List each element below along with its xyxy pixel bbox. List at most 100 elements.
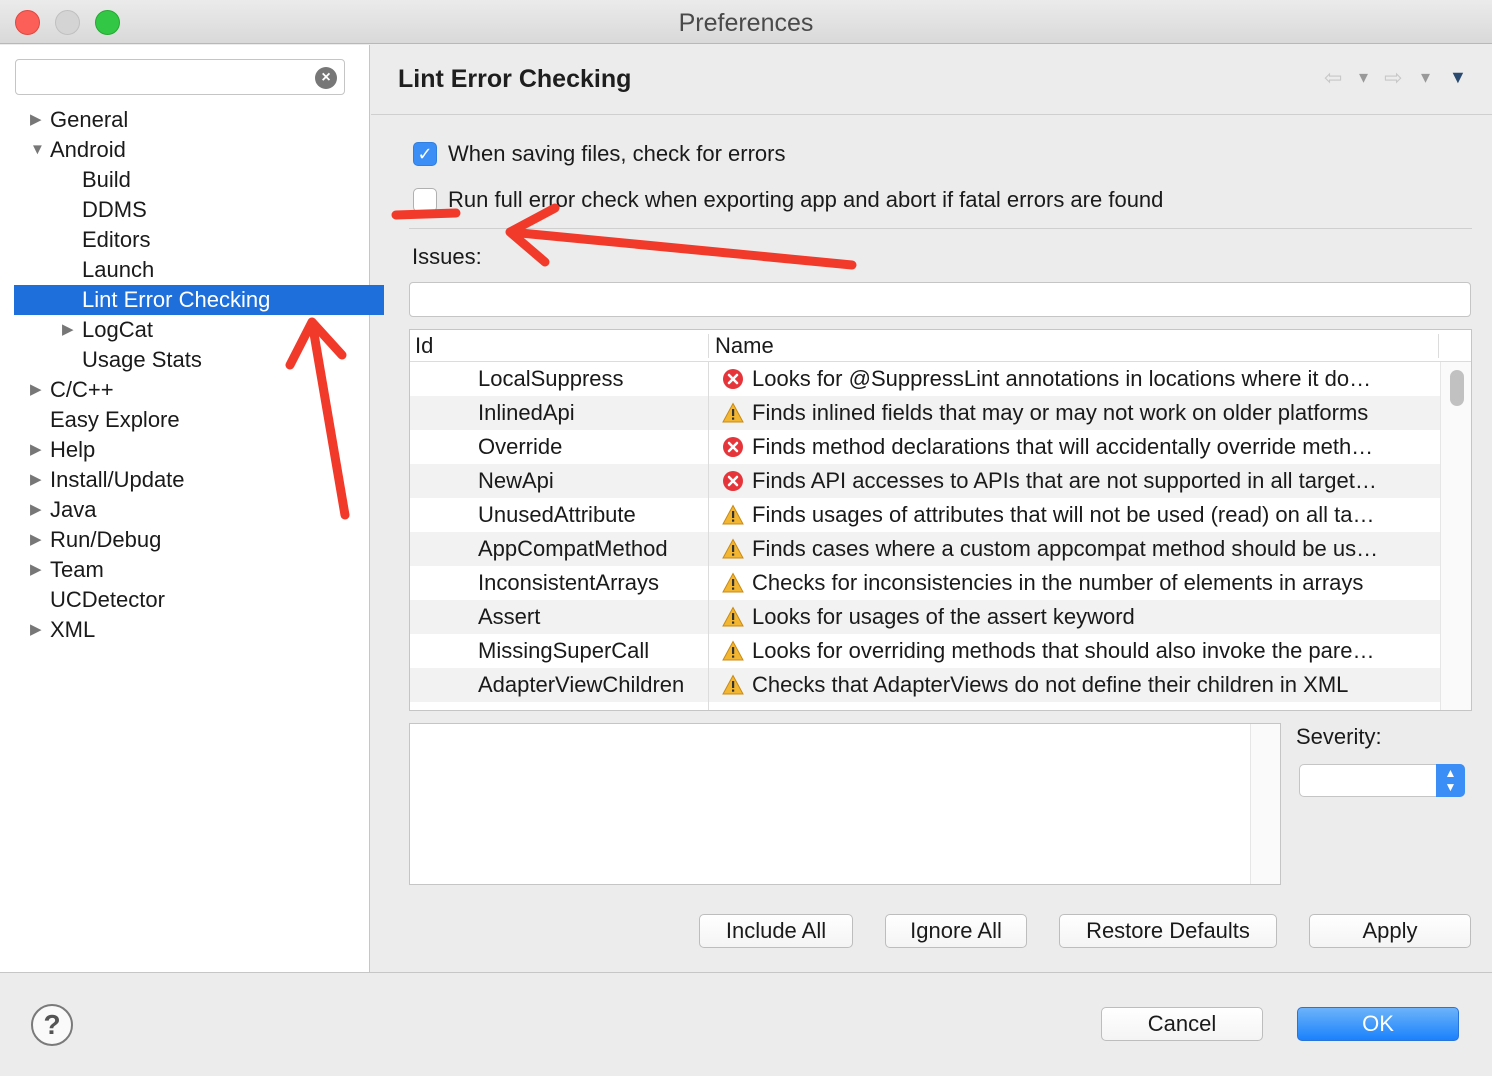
title-bar: Preferences (0, 0, 1492, 44)
tree-item-label: Editors (82, 227, 151, 252)
tree-item[interactable]: ▶ General (0, 105, 370, 135)
tree-item[interactable]: Easy Explore (0, 405, 370, 435)
tree-item[interactable]: UCDetector (0, 585, 370, 615)
filter-field[interactable]: × (15, 59, 345, 95)
scroll-thumb[interactable] (1450, 370, 1464, 406)
tree-item[interactable]: ▶ Run/Debug (0, 525, 370, 555)
issue-id: Override (478, 434, 563, 459)
tree-item[interactable]: ▶ Install/Update (0, 465, 370, 495)
tree-item[interactable]: ▶ LogCat (0, 315, 370, 345)
separator (409, 228, 1472, 229)
issue-name: Finds inlined fields that may or may not… (752, 400, 1369, 425)
table-row[interactable]: MissingSuperCall Looks for overriding met… (410, 634, 1440, 668)
table-row[interactable]: Override Finds method declarations that w… (410, 430, 1440, 464)
chevron-up-down-icon[interactable]: ▲ ▼ (1436, 764, 1465, 797)
chevron-down-icon[interactable]: ▼ (30, 135, 45, 165)
tree-item-label: Usage Stats (82, 347, 202, 372)
page-header: Lint Error Checking ⇦ ▾ ⇨ ▾ ▼ (371, 45, 1492, 115)
issues-filter-input[interactable] (409, 282, 1471, 317)
issues-table: Id Name LocalSuppress Looks for @Suppress… (409, 329, 1472, 711)
chevron-right-icon[interactable]: ▶ (30, 105, 42, 135)
check-on-save-label: When saving files, check for errors (448, 141, 786, 166)
severity-label: Severity: (1296, 724, 1382, 749)
chevron-right-icon[interactable]: ▶ (30, 615, 42, 645)
clear-filter-icon[interactable]: × (315, 67, 337, 89)
tree-item[interactable]: Launch (0, 255, 370, 285)
error-icon (723, 471, 743, 491)
include-all-button[interactable]: Include All (699, 914, 853, 948)
table-row[interactable]: InlinedApi Finds inlined fields that may … (410, 396, 1440, 430)
tree-item-label: LogCat (82, 317, 153, 342)
issue-id: AdapterViewChildren (478, 672, 685, 697)
back-dropdown-icon[interactable]: ▾ (1359, 67, 1368, 88)
apply-button[interactable]: Apply (1309, 914, 1471, 948)
tree-item-label: DDMS (82, 197, 147, 222)
tree-item[interactable]: Lint Error Checking (14, 285, 384, 315)
tree-item[interactable]: Build (0, 165, 370, 195)
issue-description (409, 723, 1281, 885)
description-scrollbar[interactable] (1250, 724, 1280, 884)
tree-item[interactable]: ▶ Java (0, 495, 370, 525)
forward-arrow-icon[interactable]: ⇨ (1384, 65, 1402, 91)
issue-name: Looks for usages of the assert keyword (752, 604, 1135, 629)
issue-id: NewApi (478, 468, 554, 493)
warning-icon (722, 606, 744, 627)
issue-id: Assert (478, 604, 541, 629)
chevron-right-icon[interactable]: ▶ (30, 375, 42, 405)
tree-item-label: Lint Error Checking (82, 287, 271, 312)
check-on-save-checkbox[interactable]: ✓ (413, 142, 437, 166)
ok-button[interactable]: OK (1297, 1007, 1459, 1041)
table-row[interactable]: Assert Looks for usages of the assert key… (410, 600, 1440, 634)
chevron-right-icon[interactable]: ▶ (30, 525, 42, 555)
table-row[interactable]: NewApi Finds API accesses to APIs that ar… (410, 464, 1440, 498)
issue-name: Checks that AdapterViews do not define t… (752, 672, 1349, 697)
forward-dropdown-icon[interactable]: ▾ (1421, 67, 1430, 88)
table-row[interactable]: LocalSuppress Looks for @SuppressLint ann… (410, 362, 1440, 396)
filter-input[interactable] (22, 64, 312, 90)
restore-defaults-button[interactable]: Restore Defaults (1059, 914, 1277, 948)
table-row[interactable]: InconsistentArrays Checks for inconsisten… (410, 566, 1440, 600)
view-menu-icon[interactable]: ▼ (1449, 67, 1467, 88)
issue-id: InlinedApi (478, 400, 575, 425)
tree-item[interactable]: Editors (0, 225, 370, 255)
tree-item-label: UCDetector (50, 587, 165, 612)
chevron-right-icon[interactable]: ▶ (30, 435, 42, 465)
chevron-right-icon[interactable]: ▶ (62, 315, 74, 345)
tree-item[interactable]: Usage Stats (0, 345, 370, 375)
tree-item-label: Easy Explore (50, 407, 180, 432)
issue-name: Looks for overriding methods that should… (752, 638, 1375, 663)
table-header: Id Name (410, 330, 1471, 362)
window-title: Preferences (678, 9, 814, 37)
warning-icon (722, 640, 744, 661)
tree-item[interactable]: ▶ XML (0, 615, 370, 645)
chevron-right-icon[interactable]: ▶ (30, 495, 42, 525)
issue-id: InconsistentArrays (478, 570, 659, 595)
issue-name: Finds method declarations that will acci… (752, 434, 1374, 459)
help-icon[interactable]: ? (31, 1004, 73, 1046)
column-header-id[interactable]: Id (415, 330, 433, 362)
table-row[interactable]: UnusedAttribute Finds usages of attribute… (410, 498, 1440, 532)
issue-name: Checks for inconsistencies in the number… (752, 570, 1364, 595)
tree-item[interactable]: DDMS (0, 195, 370, 225)
column-header-name[interactable]: Name (715, 330, 774, 362)
preferences-sidebar: × ▶ General ▼ Android Build DDMS Editors Launch… (0, 45, 384, 972)
check-on-export-checkbox[interactable] (413, 188, 437, 212)
tree-item-label: Install/Update (50, 467, 185, 492)
back-arrow-icon[interactable]: ⇦ (1324, 65, 1342, 91)
chevron-right-icon[interactable]: ▶ (30, 555, 42, 585)
tree-item[interactable]: ▶ Help (0, 435, 370, 465)
table-scrollbar[interactable] (1440, 362, 1471, 710)
cancel-button[interactable]: Cancel (1101, 1007, 1263, 1041)
table-row[interactable]: AdapterViewChildren Checks that AdapterVi… (410, 668, 1440, 702)
tree-item[interactable]: ▶ C/C++ (0, 375, 370, 405)
chevron-right-icon[interactable]: ▶ (30, 465, 42, 495)
tree-item-label: C/C++ (50, 377, 114, 402)
severity-select[interactable]: ▲ ▼ (1299, 764, 1465, 797)
ignore-all-button[interactable]: Ignore All (885, 914, 1027, 948)
tree-item[interactable]: ▼ Android (0, 135, 370, 165)
column-divider (708, 334, 709, 358)
warning-icon (722, 402, 744, 423)
table-row[interactable]: AppCompatMethod Finds cases where a custo… (410, 532, 1440, 566)
issue-id: AppCompatMethod (478, 536, 668, 561)
tree-item[interactable]: ▶ Team (0, 555, 370, 585)
